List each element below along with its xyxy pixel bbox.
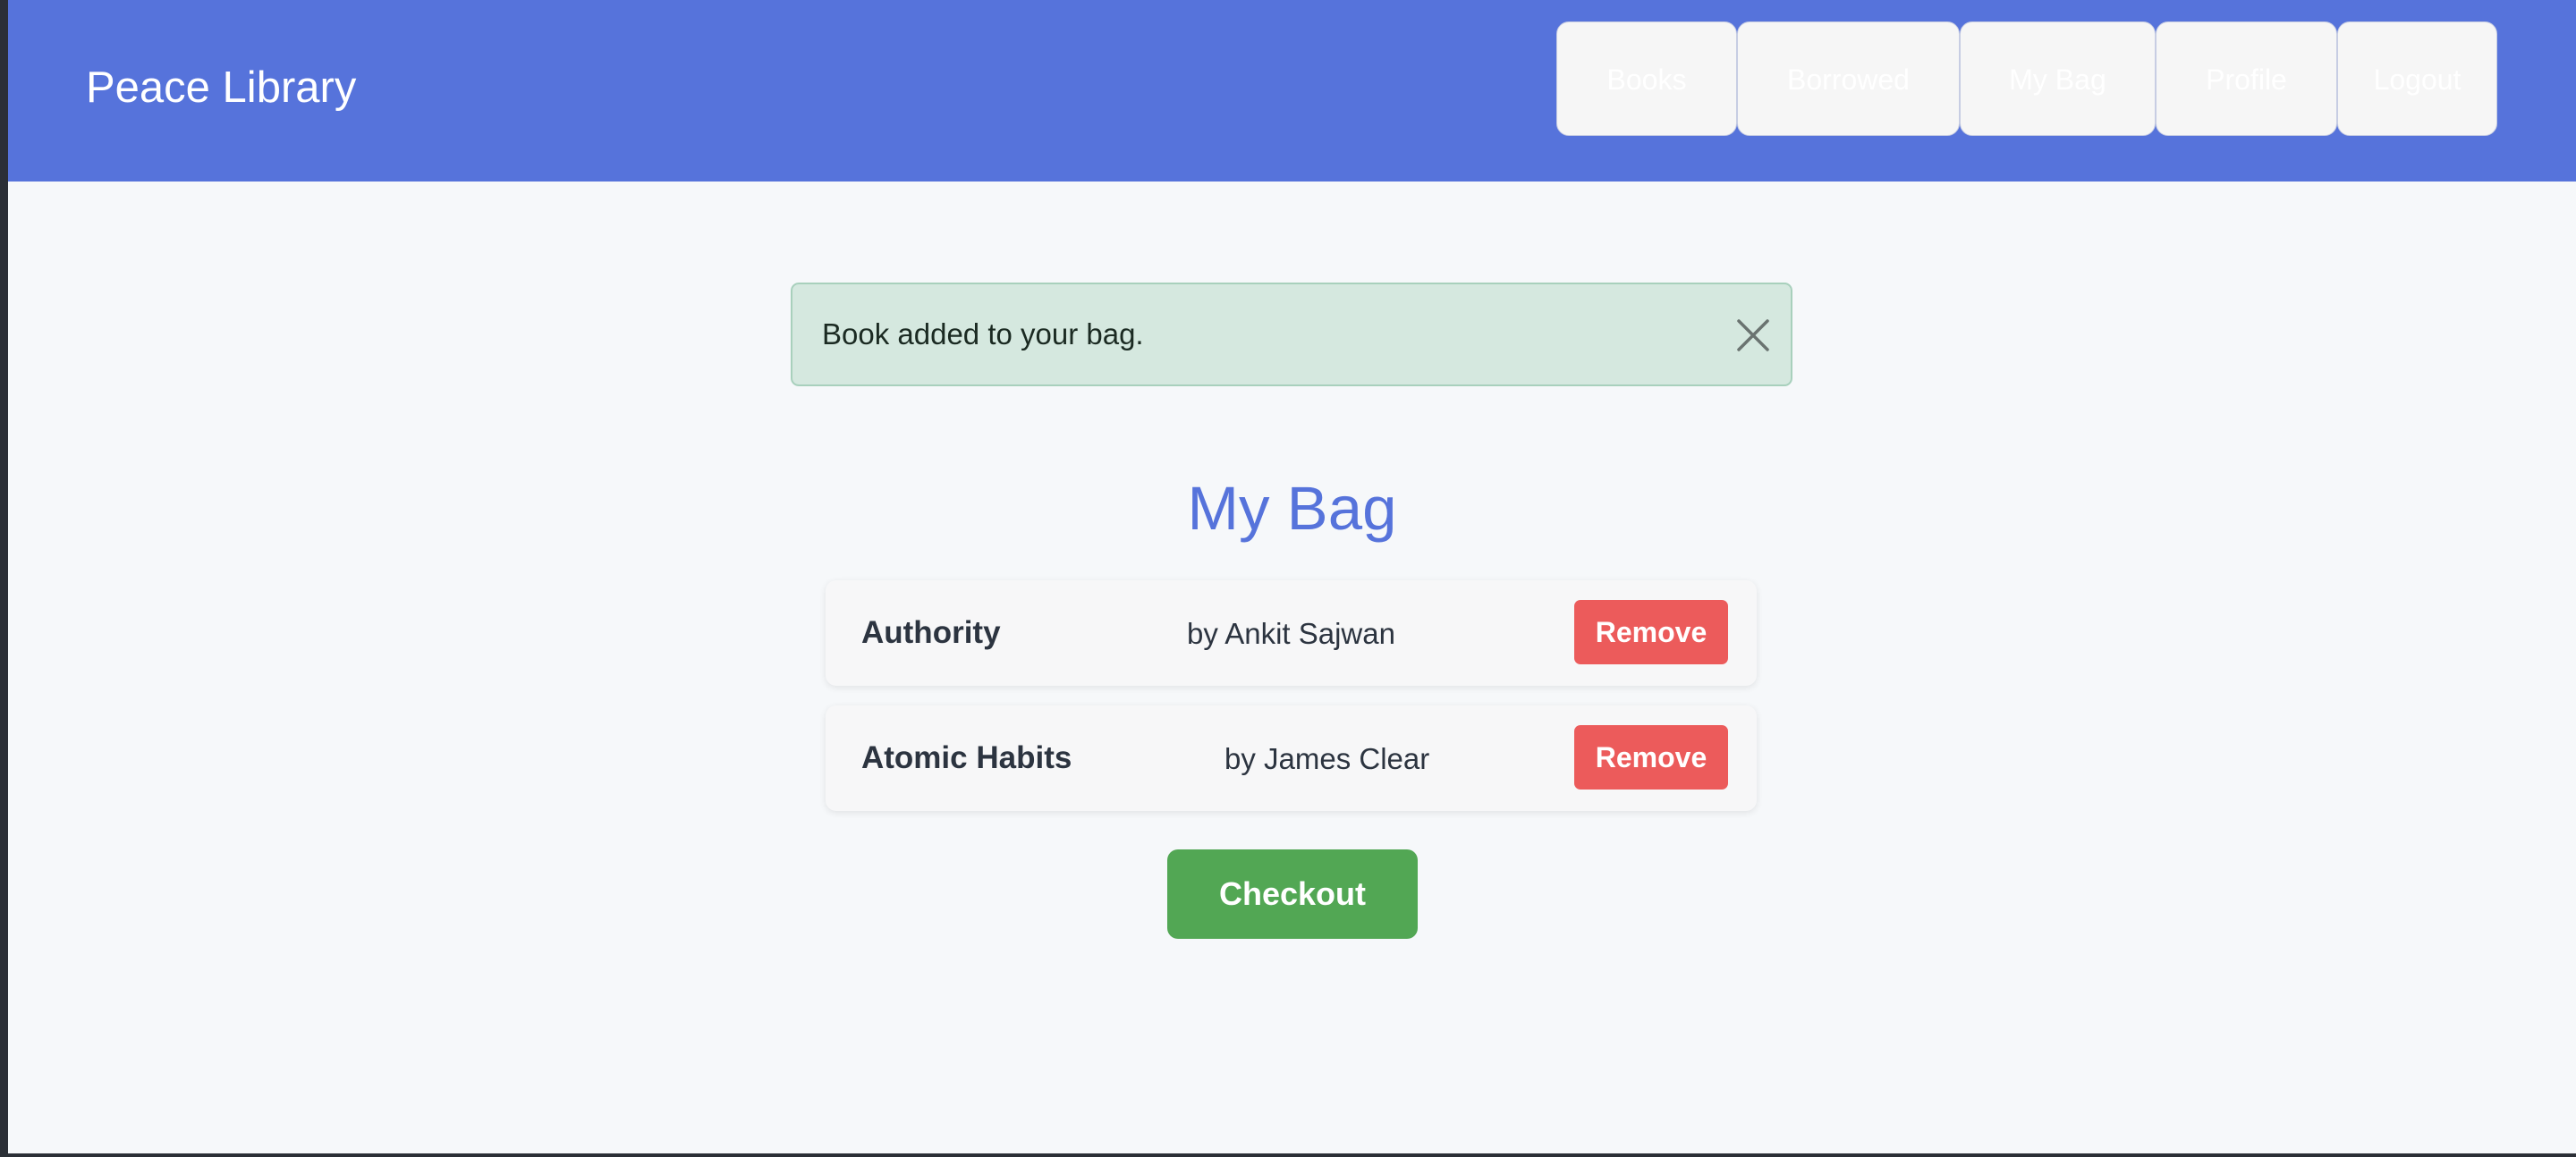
page-title: My Bag [1187, 474, 1397, 543]
nav-item-my-bag[interactable]: My Bag [1960, 21, 2156, 136]
remove-button[interactable]: Remove [1574, 600, 1728, 664]
nav-item-logout[interactable]: Logout [2337, 21, 2497, 136]
nav-item-profile[interactable]: Profile [2156, 21, 2337, 136]
close-icon[interactable] [1735, 317, 1771, 353]
navbar: Peace Library Books Borrowed My Bag Prof… [8, 0, 2576, 182]
bag-item: Authority by Ankit Sajwan Remove [826, 580, 1757, 686]
success-alert: Book added to your bag. [791, 283, 1792, 386]
brand-title[interactable]: Peace Library [86, 61, 356, 114]
checkout-button[interactable]: Checkout [1167, 849, 1418, 939]
bag-item: Atomic Habits by James Clear Remove [826, 705, 1757, 811]
book-title: Atomic Habits [861, 740, 1072, 775]
nav-item-books[interactable]: Books [1556, 21, 1737, 136]
book-author: by James Clear [1224, 742, 1430, 775]
book-author: by Ankit Sajwan [1187, 617, 1395, 650]
page: Peace Library Books Borrowed My Bag Prof… [8, 0, 2576, 1153]
remove-button[interactable]: Remove [1574, 725, 1728, 790]
nav-item-borrowed[interactable]: Borrowed [1737, 21, 1960, 136]
book-title: Authority [861, 615, 1001, 650]
alert-message: Book added to your bag. [822, 317, 1144, 350]
